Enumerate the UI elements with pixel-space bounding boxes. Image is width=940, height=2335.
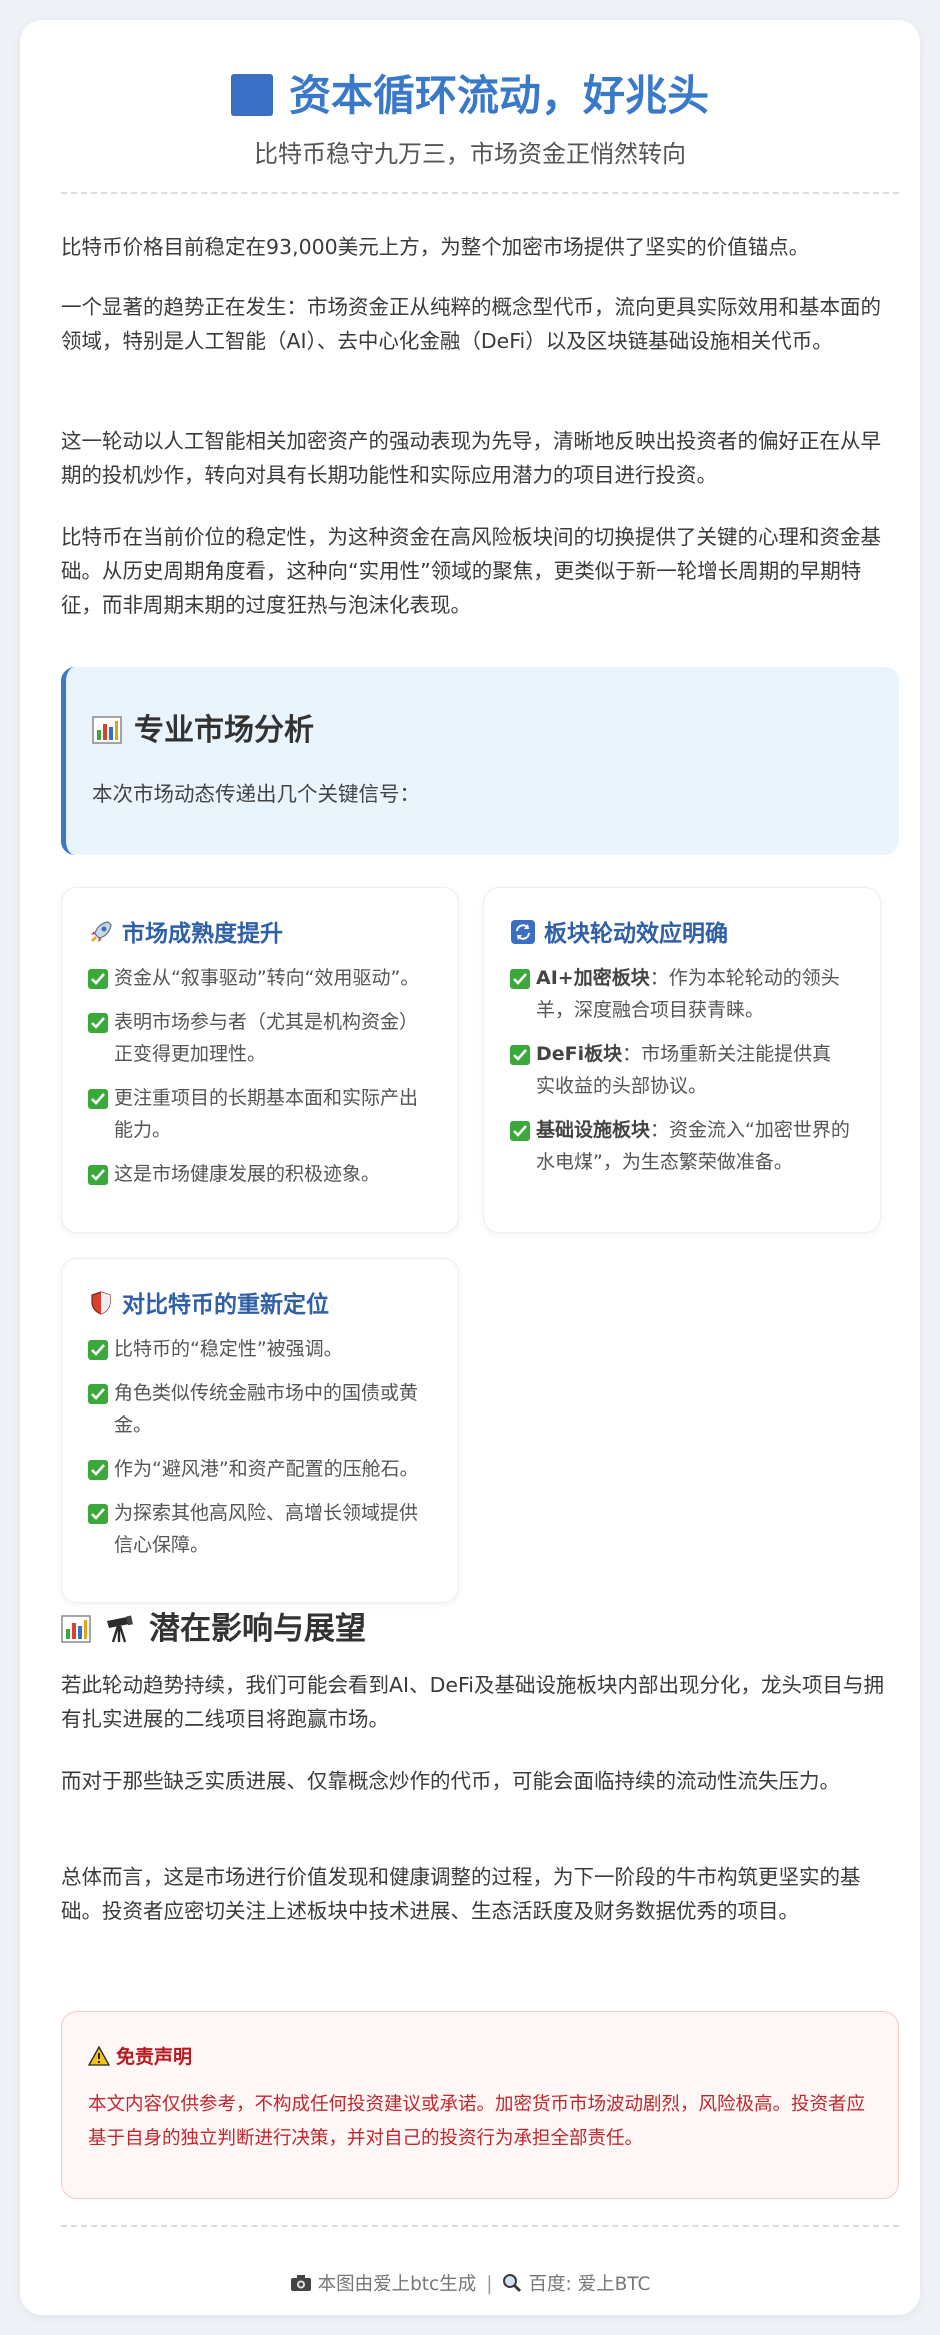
warning-icon [87, 2045, 111, 2066]
poster-card: 资本循环流动，好兆头 比特币稳守九万三，市场资金正悄然转向 比特币价格目前稳定在… [20, 20, 920, 2315]
disclaimer-text: 本文内容仅供参考，不构成任何投资建议或承诺。加密货币市场波动剧烈，风险极高。投资… [88, 2094, 866, 2149]
list-item: 作为“避风港”和资产配置的压舱石。 [88, 1453, 428, 1485]
outlook-title: 潜在影响与展望 [149, 1611, 366, 1647]
list-item: 基础设施板块：资金流入“加密世界的水电煤”，为生态繁荣做准备。 [510, 1114, 850, 1178]
card-list: 资金从“叙事驱动”转向“效用驱动”。 表明市场参与者（尤其是机构资金）正变得更加… [88, 962, 428, 1202]
telescope-icon [107, 1615, 133, 1643]
analysis-text: 本次市场动态传递出几个关键信号： [92, 782, 420, 806]
intro-paragraph-3: 这一轮动以人工智能相关加密资产的强动表现为先导，清晰地反映出投资者的偏好正在从早… [61, 429, 881, 487]
checkmark-icon [88, 1460, 108, 1480]
card-title-text: 板块轮动效应明确 [544, 921, 728, 947]
outlook-paragraph-1: 若此轮动趋势持续，我们可能会看到AI、DeFi及基础设施板块内部出现分化，龙头项… [61, 1673, 884, 1731]
outlook-paragraph-2: 而对于那些缺乏实质进展、仅靠概念炒作的代币，可能会面临持续的流动性流失压力。 [61, 1769, 840, 1793]
card-list: AI+加密板块：作为本轮轮动的领头羊，深度融合项目获青睐。 DeFi板块：市场重… [510, 962, 850, 1190]
card-bitcoin-repositioning: 对比特币的重新定位 比特币的“稳定性”被强调。 角色类似传统金融市场中的国债或黄… [61, 1258, 459, 1603]
rocket-icon [91, 921, 112, 942]
card-title-text: 对比特币的重新定位 [122, 1292, 329, 1318]
card-title: 市场成熟度提升 [88, 914, 283, 948]
bar-chart-icon [61, 1615, 91, 1643]
checkmark-icon [88, 1340, 108, 1360]
page-title: 资本循环流动，好兆头 [20, 62, 920, 123]
disclaimer-heading: 免责声明 [87, 2042, 193, 2069]
checkmark-icon [510, 1045, 530, 1065]
checkmark-icon [88, 1013, 108, 1033]
list-item: AI+加密板块：作为本轮轮动的领头羊，深度融合项目获青睐。 [510, 962, 850, 1026]
list-item: DeFi板块：市场重新关注能提供真实收益的头部协议。 [510, 1038, 850, 1102]
intro-paragraph-1: 比特币价格目前稳定在93,000美元上方，为整个加密市场提供了坚实的价值锚点。 [61, 235, 810, 259]
outlook-heading: 潜在影响与展望 [61, 1603, 366, 1648]
outlook-paragraph-3: 总体而言，这是市场进行价值发现和健康调整的过程，为下一阶段的牛市构筑更坚实的基础… [61, 1865, 861, 1923]
card-title: 板块轮动效应明确 [510, 914, 728, 948]
checkmark-icon [88, 1504, 108, 1524]
checkmark-icon [88, 1384, 108, 1404]
checkmark-icon [510, 969, 530, 989]
shield-icon [91, 1291, 111, 1315]
rotate-icon [511, 920, 535, 944]
bar-chart-icon [92, 716, 122, 744]
camera-icon [290, 2275, 311, 2291]
card-market-maturity: 市场成熟度提升 资金从“叙事驱动”转向“效用驱动”。 表明市场参与者（尤其是机构… [61, 887, 459, 1233]
checkmark-icon [88, 1089, 108, 1109]
footer-separator: | [486, 2274, 493, 2295]
disclaimer-box: 免责声明 本文内容仅供参考，不构成任何投资建议或承诺。加密货币市场波动剧烈，风险… [61, 2011, 899, 2199]
card-sector-rotation: 板块轮动效应明确 AI+加密板块：作为本轮轮动的领头羊，深度融合项目获青睐。 D… [483, 887, 881, 1233]
footer-generated: 本图由爱上btc生成 [317, 2274, 477, 2295]
search-icon [503, 2274, 522, 2293]
blue-square-icon [230, 74, 273, 116]
page-subtitle: 比特币稳守九万三，市场资金正悄然转向 [254, 140, 686, 168]
checkmark-icon [510, 1121, 530, 1141]
footer-divider [61, 2225, 899, 2227]
card-list: 比特币的“稳定性”被强调。 角色类似传统金融市场中的国债或黄金。 作为“避风港”… [88, 1333, 428, 1573]
analysis-heading: 专业市场分析 [92, 705, 314, 749]
card-title-text: 市场成熟度提升 [122, 921, 283, 947]
list-item: 这是市场健康发展的积极迹象。 [88, 1158, 428, 1190]
checkmark-icon [88, 1165, 108, 1185]
page-title-text: 资本循环流动，好兆头 [288, 71, 709, 120]
list-item: 为探索其他高风险、高增长领域提供信心保障。 [88, 1497, 428, 1561]
analysis-callout: 专业市场分析 本次市场动态传递出几个关键信号： [61, 667, 899, 855]
list-item: 资金从“叙事驱动”转向“效用驱动”。 [88, 962, 428, 994]
disclaimer-title: 免责声明 [116, 2046, 193, 2068]
intro-paragraph-2: 一个显著的趋势正在发生：市场资金正从纯粹的概念型代币，流向更具实际效用和基本面的… [61, 295, 881, 353]
list-item: 比特币的“稳定性”被强调。 [88, 1333, 428, 1365]
checkmark-icon [88, 969, 108, 989]
list-item: 更注重项目的长期基本面和实际产出能力。 [88, 1082, 428, 1146]
list-item: 表明市场参与者（尤其是机构资金）正变得更加理性。 [88, 1006, 428, 1070]
intro-paragraph-4: 比特币在当前价位的稳定性，为这种资金在高风险板块间的切换提供了关键的心理和资金基… [61, 525, 881, 617]
analysis-title: 专业市场分析 [134, 713, 314, 748]
footer: 本图由爱上btc生成 | 百度: 爱上BTC [20, 2270, 920, 2296]
list-item: 角色类似传统金融市场中的国债或黄金。 [88, 1377, 428, 1441]
footer-search: 百度: 爱上BTC [528, 2274, 651, 2295]
card-title: 对比特币的重新定位 [88, 1285, 329, 1319]
header-divider [61, 192, 899, 194]
